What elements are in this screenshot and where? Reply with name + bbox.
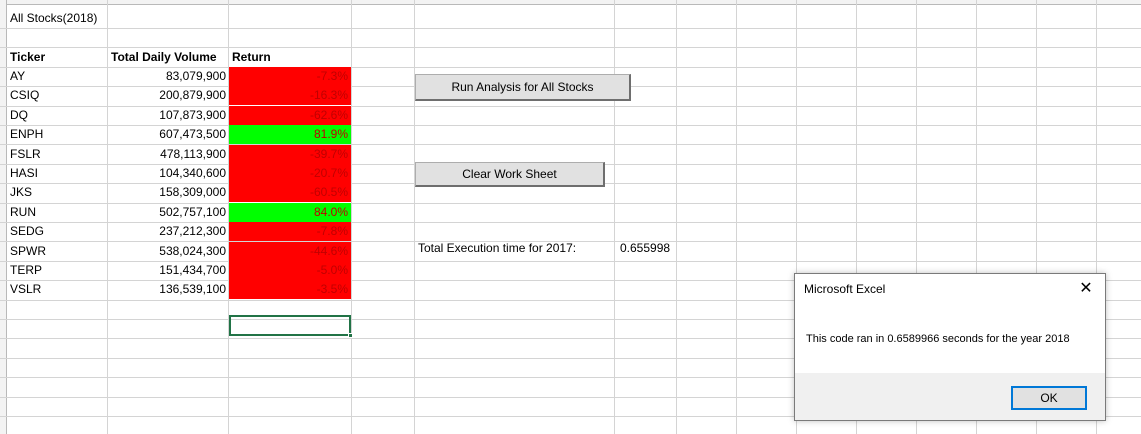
column-gridline (736, 0, 737, 434)
clear-worksheet-button[interactable]: Clear Work Sheet (415, 162, 605, 187)
cell-ticker[interactable]: TERP (7, 261, 107, 280)
cell-ticker[interactable]: AY (7, 67, 107, 86)
run-analysis-button[interactable]: Run Analysis for All Stocks (415, 74, 631, 101)
cell-ticker[interactable]: FSLR (7, 145, 107, 164)
cell-ticker[interactable]: JKS (7, 183, 107, 202)
cell-return[interactable]: -5.0% (229, 261, 351, 280)
cell-return[interactable]: -62.6% (229, 106, 351, 125)
column-header-strip (0, 0, 1141, 5)
cell-ticker[interactable]: VSLR (7, 280, 107, 299)
cell-ticker[interactable]: ENPH (7, 125, 107, 144)
cell-return[interactable]: -7.8% (229, 222, 351, 241)
cell-volume[interactable]: 607,473,500 (108, 125, 229, 144)
cell-volume[interactable]: 104,340,600 (108, 164, 229, 183)
cell-volume[interactable]: 158,309,000 (108, 183, 229, 202)
cell-volume[interactable]: 151,434,700 (108, 261, 229, 280)
cell-return[interactable]: 81.9% (229, 125, 351, 144)
column-gridline (614, 0, 615, 434)
cell-return[interactable]: -20.7% (229, 164, 351, 183)
cell-title[interactable]: All Stocks(2018) (7, 9, 207, 28)
column-gridline (676, 0, 677, 434)
cell-return[interactable]: 84.0% (229, 203, 351, 222)
ok-button[interactable]: OK (1011, 386, 1087, 410)
cell-return[interactable]: -7.3% (229, 67, 351, 86)
row-header-strip (0, 0, 7, 434)
cell-ticker[interactable]: SEDG (7, 222, 107, 241)
cell-ticker[interactable]: RUN (7, 203, 107, 222)
cell-ticker[interactable]: SPWR (7, 242, 107, 261)
cell-ticker[interactable]: HASI (7, 164, 107, 183)
row-gridline (0, 28, 1141, 29)
cell-volume[interactable]: 538,024,300 (108, 242, 229, 261)
cell-volume[interactable]: 478,113,900 (108, 145, 229, 164)
message-box: Microsoft Excel ✕ This code ran in 0.658… (794, 273, 1106, 421)
exec-time-label[interactable]: Total Execution time for 2017: (415, 239, 615, 258)
column-gridline (351, 0, 352, 434)
dialog-footer: OK (795, 373, 1105, 420)
dialog-message: This code ran in 0.6589966 seconds for t… (806, 333, 1070, 345)
column-gridline (414, 0, 415, 434)
cell-return[interactable]: -16.3% (229, 86, 351, 105)
header-volume[interactable]: Total Daily Volume (108, 48, 229, 67)
cell-return[interactable]: -44.6% (229, 242, 351, 261)
active-cell-selection[interactable] (229, 315, 353, 338)
close-icon[interactable]: ✕ (1073, 277, 1099, 299)
cell-volume[interactable]: 200,879,900 (108, 86, 229, 105)
cell-ticker[interactable]: CSIQ (7, 86, 107, 105)
dialog-title: Microsoft Excel (804, 282, 886, 296)
fill-handle[interactable] (348, 333, 353, 338)
cell-volume[interactable]: 107,873,900 (108, 106, 229, 125)
header-return[interactable]: Return (229, 48, 351, 67)
exec-time-value[interactable]: 0.655998 (617, 239, 697, 258)
cell-volume[interactable]: 83,079,900 (108, 67, 229, 86)
cell-volume[interactable]: 237,212,300 (108, 222, 229, 241)
header-ticker[interactable]: Ticker (7, 48, 107, 67)
cell-return[interactable]: -3.5% (229, 280, 351, 299)
cell-volume[interactable]: 136,539,100 (108, 280, 229, 299)
cell-return[interactable]: -39.7% (229, 145, 351, 164)
cell-volume[interactable]: 502,757,100 (108, 203, 229, 222)
cell-return[interactable]: -60.5% (229, 183, 351, 202)
cell-ticker[interactable]: DQ (7, 106, 107, 125)
